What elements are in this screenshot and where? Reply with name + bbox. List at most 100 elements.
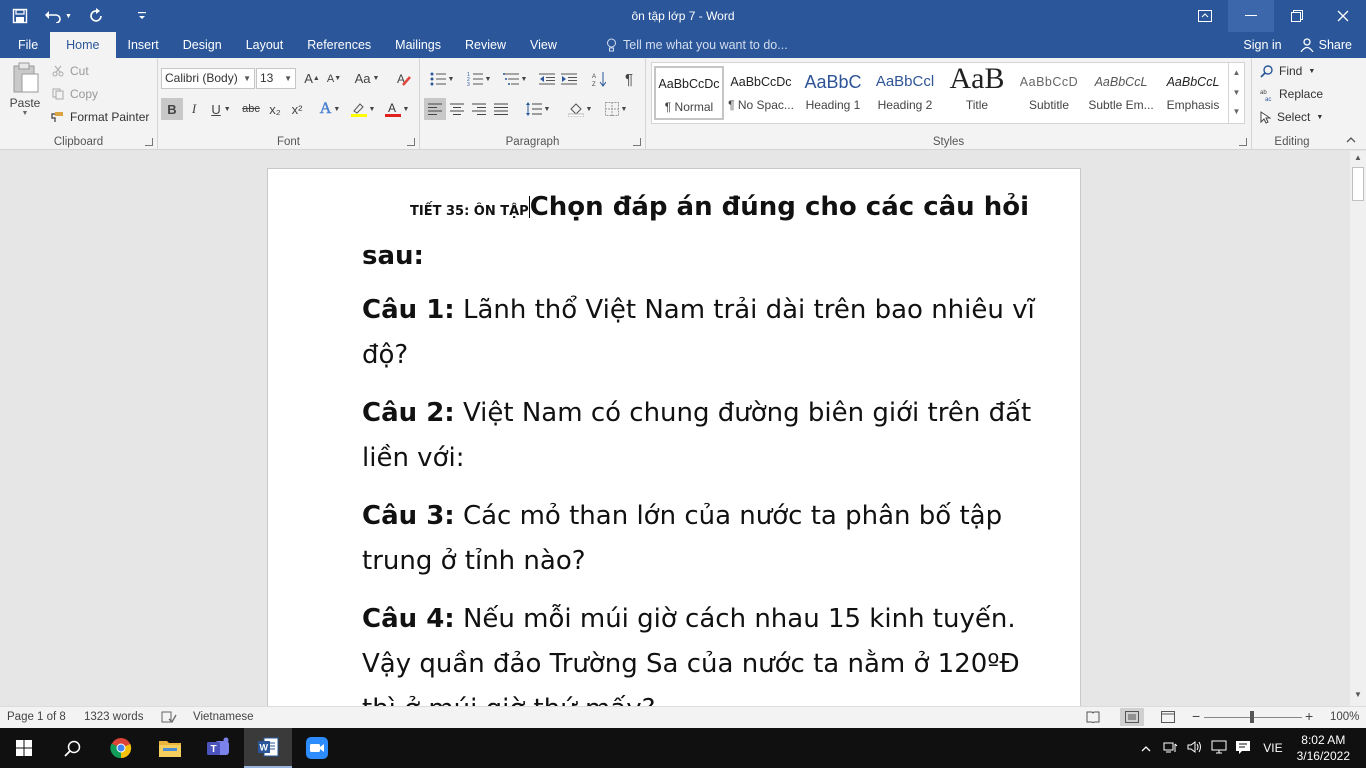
show-hidden-icons-icon[interactable] (1141, 741, 1151, 755)
chrome-taskbar-icon[interactable] (97, 728, 145, 768)
gallery-down-icon[interactable]: ▼ (1229, 83, 1244, 103)
clipboard-launcher-icon[interactable] (145, 138, 153, 146)
search-taskbar-button[interactable] (48, 728, 96, 768)
scroll-up-icon[interactable]: ▲ (1350, 153, 1366, 167)
share-button[interactable]: Share (1300, 38, 1352, 52)
scroll-down-icon[interactable]: ▼ (1350, 690, 1366, 704)
copy-button[interactable]: Copy (52, 87, 98, 101)
proofing-icon[interactable] (161, 710, 177, 727)
text-effects-icon[interactable]: A ▼ (316, 98, 344, 120)
web-layout-icon[interactable] (1161, 711, 1175, 726)
tab-design[interactable]: Design (171, 32, 234, 58)
tab-references[interactable]: References (295, 32, 383, 58)
style-normal[interactable]: AaBbCcDc ¶ Normal (654, 66, 724, 120)
start-button[interactable] (0, 728, 48, 768)
style-no-spacing[interactable]: AaBbCcDc ¶ No Spac... (726, 66, 796, 120)
numbering-icon[interactable]: 1 2 3 ▼ (462, 68, 496, 90)
bullets-icon[interactable]: ▼ (426, 68, 458, 90)
undo-icon[interactable]: ▼ (40, 0, 76, 32)
zoom-taskbar-icon[interactable] (293, 728, 341, 768)
underline-button[interactable]: U ▼ (206, 98, 236, 120)
subscript-button[interactable]: x₂ (264, 98, 286, 120)
tab-layout[interactable]: Layout (234, 32, 296, 58)
styles-launcher-icon[interactable] (1239, 138, 1247, 146)
customize-qat-icon[interactable] (122, 0, 162, 32)
line-spacing-icon[interactable]: ▼ (522, 98, 554, 120)
select-button[interactable]: Select ▼ (1260, 110, 1323, 124)
zoom-in-icon[interactable]: + (1305, 708, 1313, 724)
gallery-more-icon[interactable]: ▼ (1229, 103, 1244, 123)
font-color-icon[interactable]: A ▼ (382, 98, 412, 120)
borders-icon[interactable]: ▼ (600, 98, 632, 120)
zoom-level[interactable]: 100% (1330, 711, 1359, 723)
increase-indent-icon[interactable] (558, 68, 580, 90)
sign-in-link[interactable]: Sign in (1243, 38, 1281, 52)
restore-button[interactable] (1274, 0, 1320, 32)
replace-button[interactable]: ab ac Replace (1260, 87, 1323, 101)
teams-taskbar-icon[interactable]: T (195, 728, 243, 768)
word-taskbar-icon[interactable]: W (244, 728, 292, 768)
multilevel-list-icon[interactable]: ▼ (498, 68, 532, 90)
find-button[interactable]: Find ▼ (1260, 64, 1315, 78)
sort-icon[interactable]: AZ (588, 68, 610, 90)
paragraph-launcher-icon[interactable] (633, 138, 641, 146)
redo-icon[interactable] (76, 0, 116, 32)
tell-me-box[interactable]: Tell me what you want to do... (606, 32, 788, 58)
zoom-slider-thumb[interactable] (1250, 711, 1254, 723)
display-icon[interactable] (1211, 740, 1227, 757)
style-heading-2[interactable]: AaBbCcl Heading 2 (870, 66, 940, 120)
document-body[interactable]: TIẾT 35: ÔN TẬPChọn đáp án đúng cho các … (362, 185, 1042, 706)
font-launcher-icon[interactable] (407, 138, 415, 146)
clock[interactable]: 8:02 AM 3/16/2022 (1297, 732, 1350, 764)
align-right-icon[interactable] (468, 98, 490, 120)
gallery-up-icon[interactable]: ▲ (1229, 63, 1244, 83)
clear-formatting-icon[interactable]: A (394, 68, 414, 89)
change-case-icon[interactable]: Aa ▼ (352, 68, 382, 89)
save-icon[interactable] (0, 0, 40, 32)
styles-gallery-scroll[interactable]: ▲ ▼ ▼ (1229, 62, 1245, 124)
scroll-thumb[interactable] (1352, 167, 1364, 201)
volume-icon[interactable] (1187, 740, 1203, 757)
font-size-select[interactable]: 13 ▼ (256, 68, 296, 89)
italic-button[interactable]: I (184, 98, 204, 120)
vertical-scrollbar[interactable]: ▲ ▼ (1350, 151, 1366, 706)
ribbon-display-options-icon[interactable] (1182, 0, 1228, 32)
decrease-indent-icon[interactable] (536, 68, 558, 90)
style-subtle-emphasis[interactable]: AaBbCcL Subtle Em... (1086, 66, 1156, 120)
tab-mailings[interactable]: Mailings (383, 32, 453, 58)
print-layout-icon[interactable] (1120, 708, 1144, 726)
read-mode-icon[interactable] (1086, 711, 1100, 726)
action-center-icon[interactable] (1235, 740, 1251, 757)
style-heading-1[interactable]: AaBbC Heading 1 (798, 66, 868, 120)
strikethrough-button[interactable]: abc (238, 98, 264, 120)
bold-button[interactable]: B (161, 98, 183, 120)
highlight-color-icon[interactable]: ▼ (348, 98, 378, 120)
input-language[interactable]: VIE (1263, 741, 1282, 755)
close-button[interactable] (1320, 0, 1366, 32)
tab-view[interactable]: View (518, 32, 569, 58)
tab-home[interactable]: Home (50, 32, 116, 58)
tab-file[interactable]: File (0, 32, 50, 58)
word-count[interactable]: 1323 words (84, 711, 143, 723)
paste-button[interactable]: Paste ▼ (4, 62, 46, 130)
grow-font-icon[interactable]: A ▲ (302, 68, 322, 89)
style-subtitle[interactable]: AaBbCcD Subtitle (1014, 66, 1084, 120)
cut-button[interactable]: Cut (52, 64, 89, 78)
align-left-icon[interactable] (424, 98, 446, 120)
minimize-button[interactable] (1228, 0, 1274, 32)
superscript-button[interactable]: x² (286, 98, 308, 120)
tab-insert[interactable]: Insert (116, 32, 171, 58)
collapse-ribbon-icon[interactable] (1344, 134, 1358, 146)
language-status[interactable]: Vietnamese (193, 711, 254, 723)
justify-icon[interactable] (490, 98, 512, 120)
zoom-out-icon[interactable]: − (1192, 708, 1200, 724)
font-name-select[interactable]: Calibri (Body) ▼ (161, 68, 255, 89)
network-icon[interactable] (1163, 740, 1179, 757)
shading-icon[interactable]: ▼ (564, 98, 596, 120)
document-page[interactable]: TIẾT 35: ÔN TẬPChọn đáp án đúng cho các … (267, 168, 1081, 706)
page-count[interactable]: Page 1 of 8 (7, 711, 66, 723)
style-title[interactable]: AaB Title (942, 66, 1012, 120)
show-formatting-marks-icon[interactable]: ¶ (618, 68, 640, 90)
align-center-icon[interactable] (446, 98, 468, 120)
tab-review[interactable]: Review (453, 32, 518, 58)
